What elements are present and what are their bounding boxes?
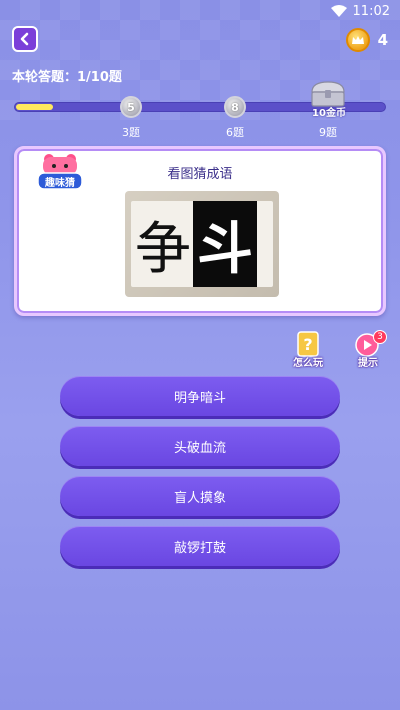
progress-fill bbox=[16, 104, 53, 110]
round-progress-label: 本轮答题：1/10题 bbox=[12, 70, 122, 85]
how-to-play-button[interactable]: ? 怎么玩 bbox=[286, 330, 330, 372]
puzzle-char-left: 争 bbox=[135, 216, 191, 282]
status-bar: 11:02 bbox=[0, 0, 400, 22]
answer-option[interactable]: 盲人摸象 bbox=[60, 476, 340, 516]
back-button[interactable] bbox=[12, 26, 38, 52]
hint-label: 提示 bbox=[358, 358, 378, 369]
status-time: 11:02 bbox=[352, 3, 390, 19]
how-to-play-label: 怎么玩 bbox=[293, 358, 323, 369]
question-card: 趣味猜 看图猜成语 争 斗 bbox=[14, 146, 386, 316]
svg-text:?: ? bbox=[303, 335, 312, 354]
milestone-label: 3题 bbox=[122, 126, 140, 139]
chevron-left-icon bbox=[20, 32, 29, 46]
chest-reward-label: 10金币 bbox=[312, 108, 346, 119]
answer-option[interactable]: 头破血流 bbox=[60, 426, 340, 466]
milestone-label: 6题 bbox=[226, 126, 244, 139]
card-title: 看图猜成语 bbox=[167, 167, 233, 182]
milestone-badge: 8 bbox=[224, 96, 246, 118]
wifi-icon bbox=[330, 5, 347, 17]
answer-option[interactable]: 明争暗斗 bbox=[60, 376, 340, 416]
hint-count-badge: 3 bbox=[373, 330, 387, 344]
hint-button[interactable]: 3 提示 bbox=[346, 330, 390, 372]
answer-option[interactable]: 敲锣打鼓 bbox=[60, 526, 340, 566]
coin-icon bbox=[345, 28, 370, 52]
milestone-badge: 5 bbox=[120, 96, 142, 118]
milestone-label: 9题 bbox=[319, 126, 337, 139]
puzzle-image: 争 斗 bbox=[125, 191, 279, 297]
puzzle-char-right: 斗 bbox=[197, 216, 253, 282]
coin-count: 4 bbox=[377, 31, 388, 49]
coin-balance: 4 bbox=[345, 28, 388, 52]
